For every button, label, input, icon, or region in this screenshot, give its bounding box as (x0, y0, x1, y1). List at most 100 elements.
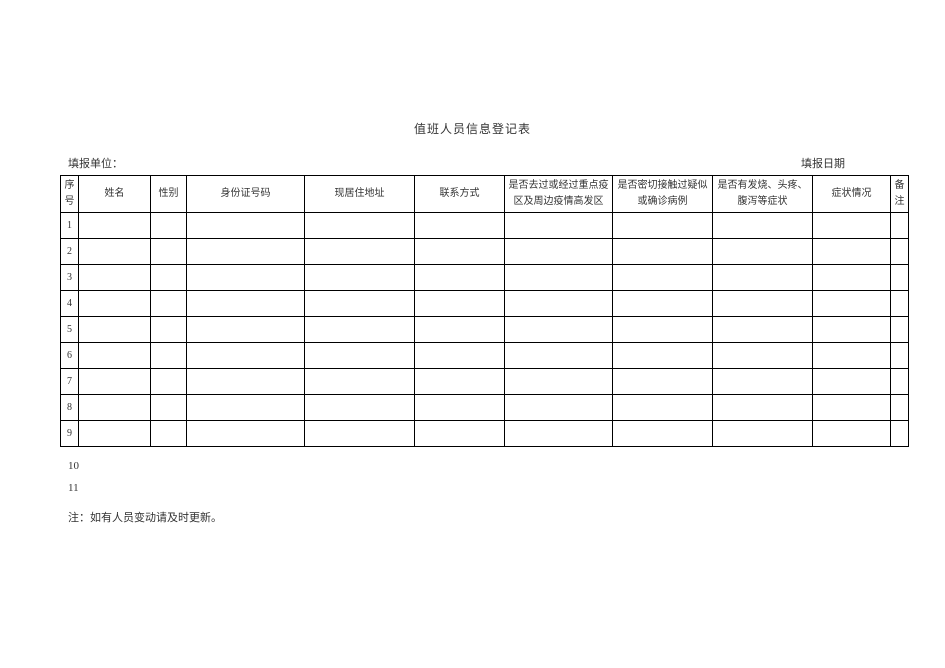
cell (151, 317, 187, 343)
report-org-label: 填报单位： (68, 155, 123, 171)
cell (713, 239, 813, 265)
cell (305, 291, 415, 317)
table-row: 3 (61, 265, 909, 291)
cell (305, 421, 415, 447)
cell (613, 369, 713, 395)
table-row: 5 (61, 317, 909, 343)
cell (415, 343, 505, 369)
cell (187, 317, 305, 343)
cell (79, 213, 151, 239)
cell (187, 343, 305, 369)
cell (891, 213, 909, 239)
col-addr: 现居住地址 (305, 176, 415, 213)
cell (79, 369, 151, 395)
cell (891, 421, 909, 447)
col-phone: 联系方式 (415, 176, 505, 213)
cell (79, 317, 151, 343)
cell (891, 291, 909, 317)
cell (79, 291, 151, 317)
cell-seq: 3 (61, 265, 79, 291)
cell (151, 239, 187, 265)
col-q1: 是否去过或经过重点疫区及周边疫情高发区 (505, 176, 613, 213)
cell (505, 343, 613, 369)
cell (813, 265, 891, 291)
cell (305, 343, 415, 369)
table-row: 6 (61, 343, 909, 369)
cell (305, 265, 415, 291)
cell (891, 343, 909, 369)
table-header: 序号 姓名 性别 身份证号码 现居住地址 联系方式 是否去过或经过重点疫区及周边… (61, 176, 909, 213)
report-date-label: 填报日期 (801, 155, 845, 171)
cell (613, 395, 713, 421)
cell (415, 213, 505, 239)
cell (187, 421, 305, 447)
cell (151, 369, 187, 395)
cell (187, 213, 305, 239)
cell (79, 265, 151, 291)
cell (415, 395, 505, 421)
table-row: 1 (61, 213, 909, 239)
cell (813, 239, 891, 265)
page: 值班人员信息登记表 填报单位： 填报日期 序号 姓名 性别 身份证号码 现居住地… (0, 0, 945, 525)
cell (891, 395, 909, 421)
cell (813, 395, 891, 421)
cell (305, 317, 415, 343)
row-outside: 11 (68, 477, 885, 499)
col-q3: 是否有发烧、头疼、腹泻等症状 (713, 176, 813, 213)
cell (305, 395, 415, 421)
cell (151, 213, 187, 239)
table-row: 8 (61, 395, 909, 421)
cell-seq: 9 (61, 421, 79, 447)
cell (891, 265, 909, 291)
cell (713, 213, 813, 239)
table-body: 123456789 (61, 213, 909, 447)
cell (891, 317, 909, 343)
cell (891, 369, 909, 395)
table-row: 7 (61, 369, 909, 395)
cell (505, 239, 613, 265)
cell (415, 291, 505, 317)
cell (187, 265, 305, 291)
cell (713, 421, 813, 447)
cell (713, 291, 813, 317)
col-note: 备注 (891, 176, 909, 213)
cell-seq: 4 (61, 291, 79, 317)
cell (415, 369, 505, 395)
cell (813, 213, 891, 239)
cell (415, 421, 505, 447)
table-row: 4 (61, 291, 909, 317)
cell (505, 265, 613, 291)
cell (505, 291, 613, 317)
cell (713, 265, 813, 291)
cell (613, 291, 713, 317)
col-seq: 序号 (61, 176, 79, 213)
cell (187, 291, 305, 317)
cell (613, 421, 713, 447)
cell (305, 239, 415, 265)
cell (813, 369, 891, 395)
cell (505, 421, 613, 447)
cell-seq: 8 (61, 395, 79, 421)
cell (187, 395, 305, 421)
cell (79, 421, 151, 447)
cell (613, 239, 713, 265)
cell-seq: 1 (61, 213, 79, 239)
cell (713, 317, 813, 343)
col-name: 姓名 (79, 176, 151, 213)
cell (415, 239, 505, 265)
cell (151, 265, 187, 291)
cell (415, 317, 505, 343)
cell (151, 421, 187, 447)
row-outside: 10 (68, 455, 885, 477)
cell-seq: 6 (61, 343, 79, 369)
cell (187, 369, 305, 395)
cell (613, 213, 713, 239)
rows-outside-table: 1011 (60, 455, 885, 499)
cell (305, 369, 415, 395)
cell-seq: 5 (61, 317, 79, 343)
cell (79, 343, 151, 369)
col-sex: 性别 (151, 176, 187, 213)
page-title: 值班人员信息登记表 (60, 120, 885, 137)
col-id: 身份证号码 (187, 176, 305, 213)
register-table: 序号 姓名 性别 身份证号码 现居住地址 联系方式 是否去过或经过重点疫区及周边… (60, 175, 909, 447)
